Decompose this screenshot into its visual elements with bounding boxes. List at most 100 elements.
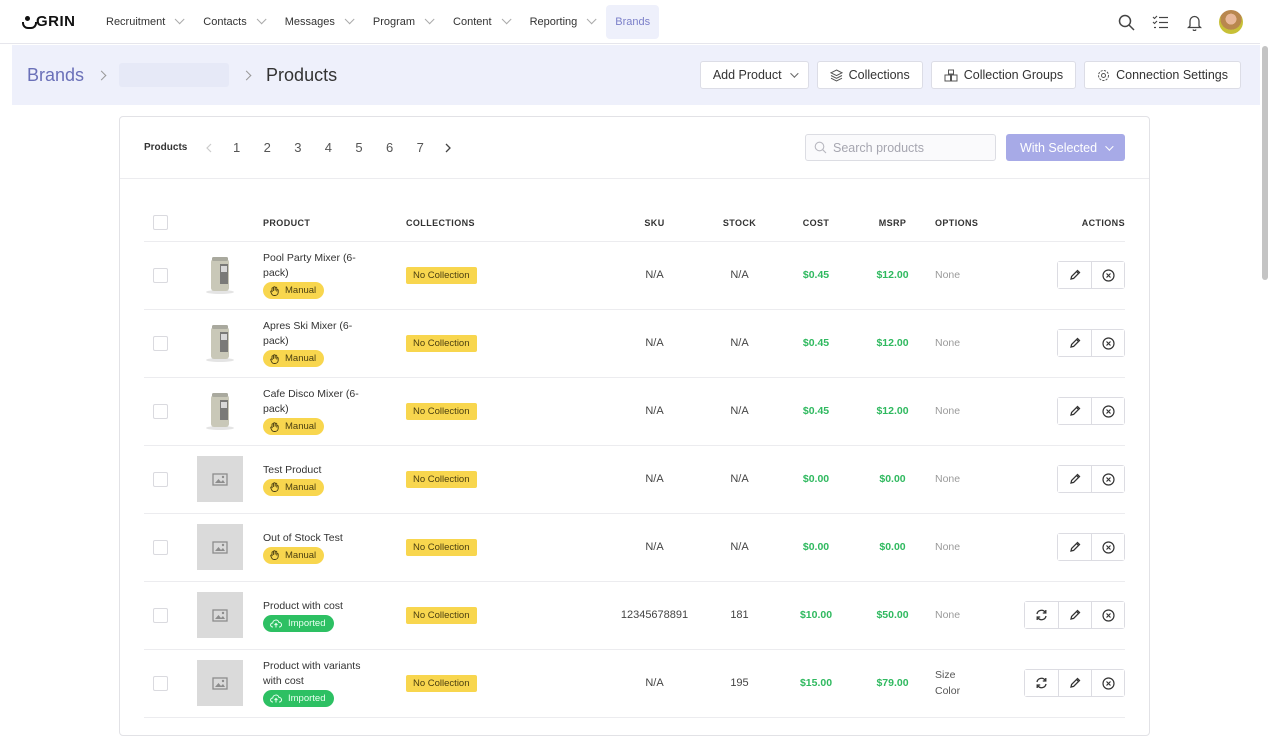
product-thumbnail[interactable]	[197, 592, 243, 638]
search-icon[interactable]	[1109, 5, 1143, 39]
page-header: Brands Products Add Product Collections …	[12, 45, 1260, 105]
sync-button[interactable]	[1025, 602, 1058, 628]
chevron-right-icon	[445, 143, 451, 152]
product-name[interactable]: Product with variants with cost	[263, 659, 375, 689]
remove-button[interactable]	[1091, 602, 1124, 628]
grin-logo[interactable]: GRIN	[22, 13, 97, 30]
page-prev-button[interactable]	[197, 143, 221, 153]
nav-item-reporting[interactable]: Reporting	[521, 5, 603, 39]
page-6-button[interactable]: 6	[374, 140, 405, 155]
tasks-icon[interactable]	[1143, 5, 1177, 39]
pencil-icon	[1069, 405, 1080, 416]
product-name[interactable]: Apres Ski Mixer (6-pack)	[263, 319, 375, 349]
hand-icon	[270, 285, 279, 296]
page-2-button[interactable]: 2	[252, 140, 283, 155]
product-thumbnail[interactable]	[197, 320, 243, 366]
remove-button[interactable]	[1091, 670, 1124, 696]
edit-button[interactable]	[1058, 330, 1091, 356]
edit-button[interactable]	[1058, 398, 1091, 424]
msrp-cell: $79.00	[850, 649, 935, 718]
edit-button[interactable]	[1058, 466, 1091, 492]
breadcrumb-brands[interactable]: Brands	[27, 65, 84, 86]
nav-item-contacts[interactable]: Contacts	[194, 5, 271, 39]
page-scrollbar[interactable]	[1262, 46, 1268, 280]
source-badge: Manual	[263, 546, 325, 564]
collection-badge[interactable]: No Collection	[406, 538, 477, 556]
product-name[interactable]: Product with cost	[263, 599, 375, 614]
page-1-button[interactable]: 1	[221, 140, 252, 155]
product-name[interactable]: Out of Stock Test	[263, 531, 375, 546]
collection-badge[interactable]: No Collection	[406, 402, 477, 420]
sync-button[interactable]	[1025, 670, 1058, 696]
collection-badge[interactable]: No Collection	[406, 266, 477, 284]
edit-button[interactable]	[1058, 262, 1091, 288]
page-next-button[interactable]	[436, 143, 460, 153]
edit-button[interactable]	[1058, 670, 1091, 696]
user-avatar[interactable]	[1219, 10, 1243, 34]
select-all-checkbox[interactable]	[153, 215, 168, 231]
page-7-button[interactable]: 7	[405, 140, 436, 155]
product-thumbnail[interactable]	[197, 524, 243, 570]
nav-item-messages[interactable]: Messages	[276, 5, 360, 39]
search-products-field[interactable]	[805, 134, 996, 161]
stock-cell: 181	[697, 581, 782, 650]
bell-icon[interactable]	[1177, 5, 1211, 39]
chevron-left-icon	[206, 143, 212, 152]
product-name[interactable]: Cafe Disco Mixer (6-pack)	[263, 387, 375, 417]
collection-badge[interactable]: No Collection	[406, 470, 477, 488]
product-can-image	[206, 393, 234, 430]
page-4-button[interactable]: 4	[313, 140, 344, 155]
remove-button[interactable]	[1091, 262, 1124, 288]
page-5-button[interactable]: 5	[344, 140, 375, 155]
collections-button[interactable]: Collections	[816, 61, 923, 89]
action-group	[1057, 329, 1125, 357]
msrp-cell: $50.00	[850, 581, 935, 650]
nav-item-recruitment[interactable]: Recruitment	[97, 5, 190, 39]
image-placeholder-icon	[212, 540, 228, 554]
nav-item-program[interactable]: Program	[364, 5, 440, 39]
remove-button[interactable]	[1091, 398, 1124, 424]
add-product-button[interactable]: Add Product	[699, 61, 809, 89]
row-checkbox[interactable]	[153, 675, 168, 691]
logo-text: GRIN	[36, 13, 76, 30]
options-cell: None	[935, 513, 1015, 582]
row-checkbox[interactable]	[153, 607, 168, 623]
row-checkbox[interactable]	[153, 403, 168, 419]
row-checkbox[interactable]	[153, 335, 168, 351]
edit-button[interactable]	[1058, 602, 1091, 628]
product-thumbnail[interactable]	[197, 252, 243, 298]
page-3-button[interactable]: 3	[283, 140, 314, 155]
collection-groups-button[interactable]: Collection Groups	[930, 61, 1077, 89]
collection-badge[interactable]: No Collection	[406, 606, 477, 624]
table-header-row: PRODUCT COLLECTIONS SKU STOCK COST MSRP …	[144, 205, 1125, 242]
collection-badge[interactable]: No Collection	[406, 334, 477, 352]
search-icon	[814, 141, 827, 154]
product-thumbnail[interactable]	[197, 388, 243, 434]
breadcrumb-brand-name[interactable]	[119, 63, 230, 87]
col-sku: SKU	[612, 205, 697, 242]
edit-button[interactable]	[1058, 534, 1091, 560]
search-products-input[interactable]	[833, 140, 983, 155]
row-checkbox[interactable]	[153, 539, 168, 555]
source-badge-label: Manual	[285, 421, 317, 432]
row-checkbox[interactable]	[153, 471, 168, 487]
table-row: Out of Stock Test Manual No Collection N/A N…	[144, 513, 1125, 582]
product-thumbnail[interactable]	[197, 456, 243, 502]
breadcrumb-chevron-icon	[96, 70, 107, 80]
remove-button[interactable]	[1091, 534, 1124, 560]
action-group	[1057, 533, 1125, 561]
remove-button[interactable]	[1091, 330, 1124, 356]
sku-cell: 12345678891	[612, 581, 697, 650]
remove-button[interactable]	[1091, 466, 1124, 492]
nav-item-brands[interactable]: Brands	[606, 4, 660, 39]
with-selected-button[interactable]: With Selected	[1006, 134, 1125, 161]
source-badge-label: Imported	[288, 693, 326, 704]
row-checkbox[interactable]	[153, 267, 168, 283]
collection-badge[interactable]: No Collection	[406, 674, 477, 692]
product-name[interactable]: Test Product	[263, 463, 375, 478]
nav-item-content[interactable]: Content	[444, 5, 517, 39]
connection-settings-button[interactable]: Connection Settings	[1084, 61, 1241, 89]
product-thumbnail[interactable]	[197, 660, 243, 706]
product-name[interactable]: Pool Party Mixer (6-pack)	[263, 251, 375, 281]
source-badge-label: Manual	[285, 549, 317, 561]
